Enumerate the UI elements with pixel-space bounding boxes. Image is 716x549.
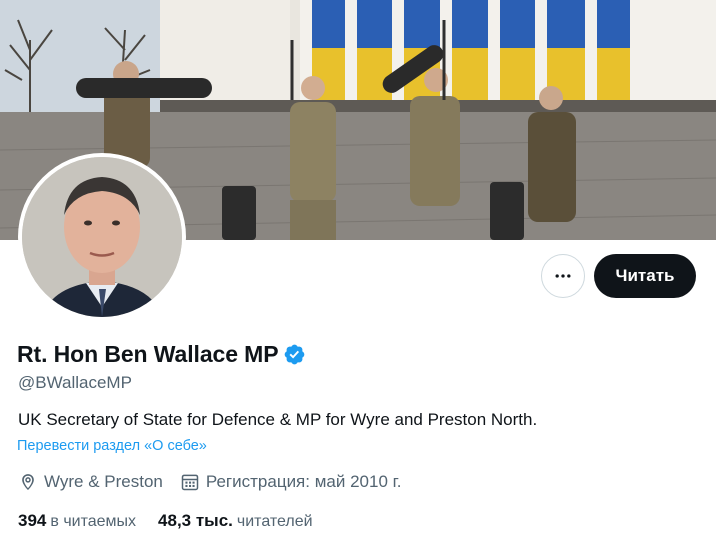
following-count: 394 [18, 511, 47, 530]
avatar-image [22, 157, 182, 317]
joined-item: Регистрация: май 2010 г. [180, 472, 402, 492]
profile-name-row: Rt. Hon Ben Wallace MP [17, 341, 306, 368]
profile-avatar[interactable] [18, 153, 186, 321]
more-horizontal-icon [555, 274, 571, 278]
followers-count: 48,3 тыс. [158, 511, 233, 530]
display-name: Rt. Hon Ben Wallace MP [17, 341, 279, 367]
joined-text: Регистрация: май 2010 г. [205, 472, 402, 491]
following-link[interactable]: 394 в читаемых [18, 511, 136, 531]
profile-bio: UK Secretary of State for Defence & MP f… [18, 410, 538, 429]
calendar-icon [181, 474, 199, 491]
profile-meta: Wyre & Preston Регистрация: май 2010 г. [18, 472, 418, 492]
profile-handle: @BWallaceMP [18, 373, 132, 392]
verified-badge-icon[interactable] [283, 343, 306, 366]
following-label: в читаемых [50, 513, 137, 530]
location-pin-icon [22, 474, 34, 490]
location-text: Wyre & Preston [44, 472, 163, 491]
follow-button[interactable]: Читать [594, 254, 696, 298]
location-item: Wyre & Preston [18, 472, 163, 492]
followers-link[interactable]: 48,3 тыс. читателей [158, 511, 313, 531]
followers-label: читателей [236, 513, 313, 530]
more-options-button[interactable] [541, 254, 585, 298]
profile-stats: 394 в читаемых 48,3 тыс. читателей [18, 511, 335, 531]
translate-bio-link[interactable]: Перевести раздел «О себе» [17, 438, 207, 454]
